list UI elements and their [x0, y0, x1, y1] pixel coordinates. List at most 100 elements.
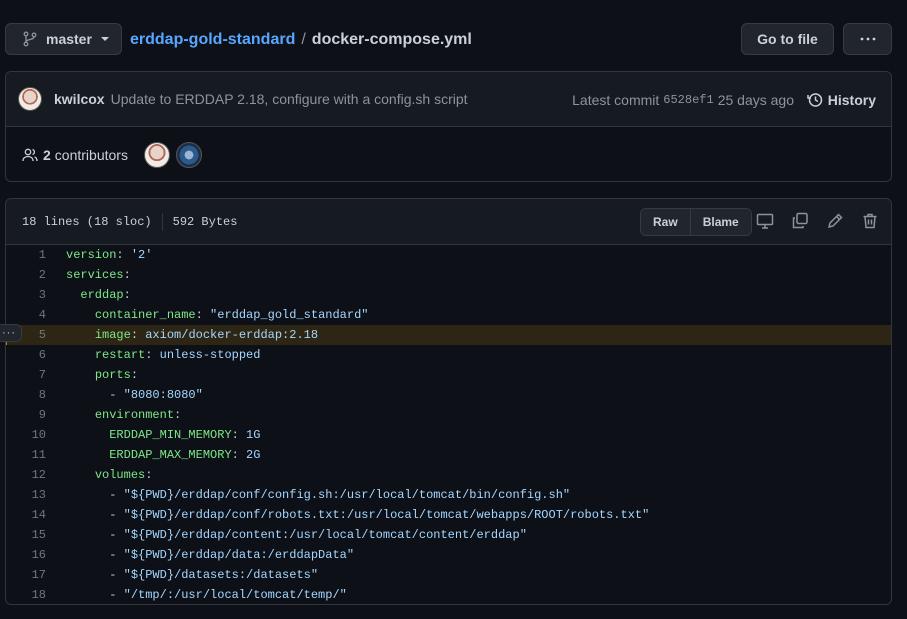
more-options-button[interactable] — [843, 23, 892, 55]
code-token-val: "/tmp/:/usr/local/tomcat/temp/" — [123, 588, 347, 602]
code-token-indent — [66, 348, 95, 362]
blame-button[interactable]: Blame — [689, 209, 751, 235]
code-token-val: '2' — [130, 248, 153, 262]
line-content: - "${PWD}/erddap/conf/config.sh:/usr/loc… — [46, 488, 570, 502]
trash-icon[interactable] — [861, 212, 879, 230]
line-content: - "/tmp/:/usr/local/tomcat/temp/" — [46, 588, 347, 602]
code-token-indent — [66, 368, 95, 382]
line-options-button[interactable]: ··· — [0, 324, 22, 342]
line-number[interactable]: 2 — [6, 268, 46, 282]
code-token-key: erddap — [80, 288, 124, 302]
code-token-indent — [66, 468, 95, 482]
code-token-indent — [66, 288, 80, 302]
history-link[interactable]: History — [807, 72, 876, 127]
contributor-avatar[interactable] — [143, 141, 170, 168]
code-token-indent — [66, 428, 109, 442]
code-token-sep: : — [231, 428, 247, 442]
history-label: History — [827, 91, 876, 108]
file-viewer: 18 lines (18 sloc) 592 Bytes Raw Blame 1… — [5, 198, 892, 605]
line-content: - "8080:8080" — [46, 388, 203, 402]
line-content: volumes: — [46, 468, 153, 482]
code-line: 14 - "${PWD}/erddap/conf/robots.txt:/usr… — [6, 505, 891, 525]
contributors-label[interactable]: contributors — [55, 147, 128, 163]
file-header: 18 lines (18 sloc) 592 Bytes Raw Blame — [6, 199, 891, 245]
code-token-val: "${PWD}/erddap/conf/config.sh:/usr/local… — [123, 488, 571, 502]
line-number[interactable]: 13 — [6, 488, 46, 502]
divider — [161, 212, 163, 231]
code-token-dash: - — [109, 388, 124, 402]
code-token-dash: - — [109, 588, 124, 602]
code-token-indent — [66, 328, 95, 342]
breadcrumb: erddap-gold-standard / docker-compose.ym… — [130, 23, 472, 56]
desktop-icon[interactable] — [756, 212, 774, 230]
code-token-val: "8080:8080" — [123, 388, 203, 402]
author-avatar[interactable] — [18, 87, 42, 111]
line-number[interactable]: 4 — [6, 308, 46, 322]
raw-button[interactable]: Raw — [641, 209, 690, 235]
breadcrumb-separator: / — [301, 30, 306, 48]
pencil-icon[interactable] — [826, 212, 844, 230]
code-token-indent — [66, 388, 109, 402]
commit-sha[interactable]: 6528ef1 — [663, 93, 713, 107]
code-token-val: 2G — [246, 448, 261, 462]
line-number[interactable]: 1 — [6, 248, 46, 262]
line-number[interactable]: 8 — [6, 388, 46, 402]
line-content: - "${PWD}/datasets:/datasets" — [46, 568, 318, 582]
line-content: restart: unless-stopped — [46, 348, 261, 362]
line-number[interactable]: 3 — [6, 288, 46, 302]
code-token-dash: - — [109, 508, 124, 522]
code-token-dash: - — [109, 528, 124, 542]
file-navigation: master erddap-gold-standard / docker-com… — [5, 23, 892, 56]
code-token-val: "erddap_gold_standard" — [210, 308, 369, 322]
line-number[interactable]: 11 — [6, 448, 46, 462]
code-token-val: axiom/docker-erddap:2.18 — [145, 328, 319, 342]
code-token-key: image — [94, 328, 131, 342]
commit-author[interactable]: kwilcox — [54, 91, 105, 107]
code-token-val: "${PWD}/erddap/conf/robots.txt:/usr/loca… — [123, 508, 650, 522]
code-token-key: container_name — [94, 308, 196, 322]
code-blob: 1 version: '2' 2 services: 3 erddap: 4 contai… — [6, 245, 891, 604]
latest-commit-box: kwilcox Update to ERDDAP 2.18, configure… — [5, 71, 892, 182]
contributors-row: 2 contributors — [6, 127, 891, 182]
code-line: 5 image: axiom/docker-erddap:2.18 — [6, 325, 891, 345]
line-number[interactable]: 12 — [6, 468, 46, 482]
line-number[interactable]: 16 — [6, 548, 46, 562]
copy-icon[interactable] — [791, 212, 809, 230]
code-token-indent — [66, 568, 109, 582]
code-line: 4 container_name: "erddap_gold_standard" — [6, 305, 891, 325]
line-content: ERDDAP_MIN_MEMORY: 1G — [46, 428, 260, 442]
code-line: 1 version: '2' — [6, 245, 891, 265]
line-number[interactable]: 10 — [6, 428, 46, 442]
contributor-avatar[interactable] — [175, 141, 202, 168]
code-token-indent — [66, 448, 109, 462]
code-token-sep: : — [123, 288, 131, 302]
line-number[interactable]: 18 — [6, 588, 46, 602]
line-content: image: axiom/docker-erddap:2.18 — [46, 328, 318, 342]
commit-message[interactable]: Update to ERDDAP 2.18, configure with a … — [111, 91, 468, 107]
line-number[interactable]: 15 — [6, 528, 46, 542]
code-token-val: "${PWD}/erddap/content:/usr/local/tomcat… — [123, 528, 527, 542]
code-token-key: ERDDAP_MIN_MEMORY — [109, 428, 232, 442]
code-token-indent — [66, 508, 109, 522]
code-token-indent — [66, 408, 95, 422]
line-number[interactable]: 9 — [6, 408, 46, 422]
go-to-file-button[interactable]: Go to file — [741, 23, 834, 55]
line-content: - "${PWD}/erddap/content:/usr/local/tomc… — [46, 528, 527, 542]
line-number[interactable]: 17 — [6, 568, 46, 582]
history-icon — [807, 92, 823, 107]
line-number[interactable]: 6 — [6, 348, 46, 362]
code-line: 9 environment: — [6, 405, 891, 425]
code-line: 2 services: — [6, 265, 891, 285]
code-token-val: 1G — [246, 428, 261, 442]
code-line: 12 volumes: — [6, 465, 891, 485]
line-content: ports: — [46, 368, 138, 382]
code-token-dash: - — [109, 488, 124, 502]
contributors-count[interactable]: 2 — [43, 147, 51, 163]
code-token-val: "${PWD}/erddap/data:/erddapData" — [123, 548, 355, 562]
breadcrumb-repo-link[interactable]: erddap-gold-standard — [130, 31, 295, 49]
caret-down-icon — [100, 37, 109, 41]
code-line: 8 - "8080:8080" — [6, 385, 891, 405]
line-number[interactable]: 7 — [6, 368, 46, 382]
branch-selector-button[interactable]: master — [5, 23, 122, 55]
line-number[interactable]: 14 — [6, 508, 46, 522]
